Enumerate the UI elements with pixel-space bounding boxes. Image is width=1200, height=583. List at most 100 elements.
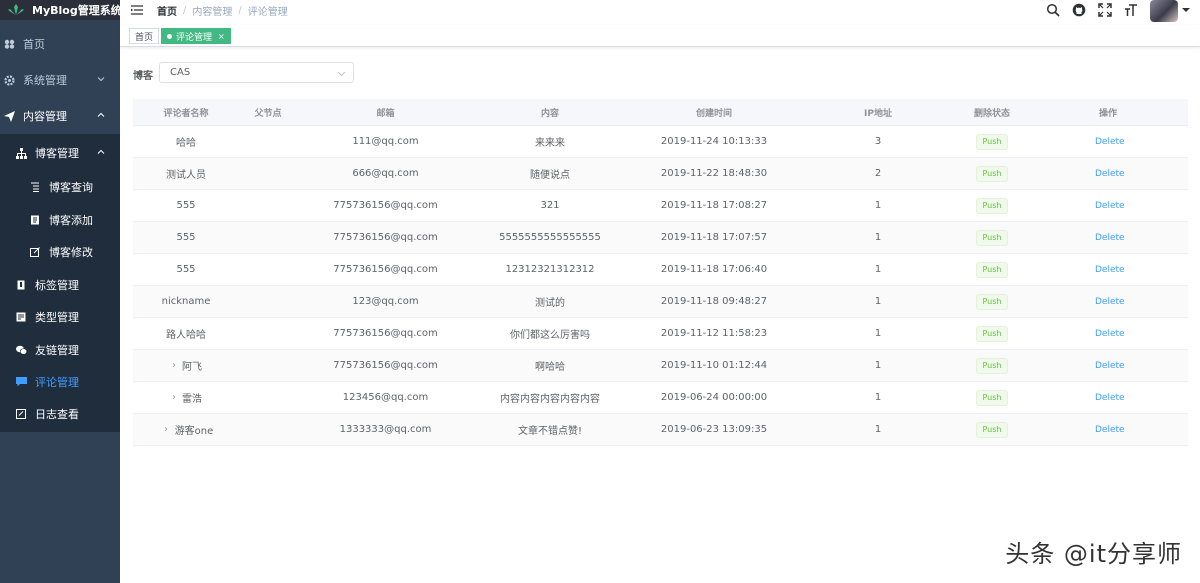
comments-table: 评论者名称 父节点 邮箱 内容 创建时间 IP地址 删除状态 操作 哈哈 111… xyxy=(133,99,1188,446)
cell-ip: 1 xyxy=(874,296,882,307)
push-status-button[interactable]: Push xyxy=(976,133,1008,150)
sidebar-item-types[interactable]: 类型管理 xyxy=(0,301,120,333)
cell-content: 测试的 xyxy=(535,298,565,309)
table-row: nickname 123@qq.com 测试的 2019-11-18 09:48… xyxy=(133,286,1188,318)
search-icon[interactable] xyxy=(1046,3,1060,17)
dashboard-icon xyxy=(3,38,15,50)
cell-name: 哈哈 xyxy=(176,138,196,149)
cell-name: 阿飞 xyxy=(182,362,202,373)
sidebar-item-label: 系统管理 xyxy=(23,74,67,87)
breadcrumb-content: 内容管理 xyxy=(192,6,233,18)
column-header-actions: 操作 xyxy=(1098,108,1117,119)
delete-button[interactable]: Delete xyxy=(1095,361,1125,371)
cell-content: 文章不错点赞! xyxy=(517,426,582,437)
sidebar-item-home[interactable]: 首页 xyxy=(0,28,120,60)
sidebar-item-system[interactable]: 系统管理 xyxy=(0,64,120,96)
cell-email: 666@qq.com xyxy=(352,168,419,179)
app-title: MyBlog管理系统 xyxy=(32,4,120,17)
sidebar-item-label: 评论管理 xyxy=(35,376,79,389)
list-icon xyxy=(29,181,41,193)
caret-down-icon[interactable] xyxy=(1182,6,1190,14)
table-row: › 游客one 1333333@qq.com 文章不错点赞! 2019-06-2… xyxy=(133,414,1188,446)
sidebar-item-blog[interactable]: 博客管理 xyxy=(0,137,120,169)
column-header-time: 创建时间 xyxy=(695,108,732,119)
logo-icon xyxy=(8,4,24,16)
column-header-content: 内容 xyxy=(540,108,559,119)
push-status-button[interactable]: Push xyxy=(976,261,1008,278)
cell-time: 2019-06-24 00:00:00 xyxy=(660,392,768,403)
delete-button[interactable]: Delete xyxy=(1095,393,1125,403)
push-status-button[interactable]: Push xyxy=(976,357,1008,374)
chevron-up-icon xyxy=(97,112,105,117)
sidebar-item-comments[interactable]: 评论管理 xyxy=(0,366,120,398)
breadcrumb-separator: / xyxy=(238,4,242,16)
tag-comments[interactable]: 评论管理 × xyxy=(161,28,231,44)
cell-email: 775736156@qq.com xyxy=(333,360,438,371)
sidebar-item-links[interactable]: 友链管理 xyxy=(0,334,120,366)
table-row: 测试人员 666@qq.com 随便说点 2019-11-22 18:48:30… xyxy=(133,158,1188,190)
column-header-ip: IP地址 xyxy=(864,108,892,119)
delete-button[interactable]: Delete xyxy=(1095,329,1125,339)
github-icon[interactable] xyxy=(1072,3,1086,17)
breadcrumb-home[interactable]: 首页 xyxy=(157,3,177,18)
sidebar-item-content[interactable]: 内容管理 xyxy=(0,100,120,132)
cell-time: 2019-11-10 01:12:44 xyxy=(660,360,768,371)
cell-time: 2019-11-22 18:48:30 xyxy=(660,168,768,179)
watermark-text: 头条 @it分享师 xyxy=(1005,540,1182,568)
chevron-up-icon xyxy=(97,149,105,154)
push-status-button[interactable]: Push xyxy=(976,229,1008,246)
sidebar-item-blog-query[interactable]: 博客查询 xyxy=(0,171,120,203)
push-status-button[interactable]: Push xyxy=(976,293,1008,310)
tags-view: 首页 评论管理 × xyxy=(120,25,1200,47)
delete-button[interactable]: Delete xyxy=(1095,233,1125,243)
close-icon[interactable]: × xyxy=(218,32,225,41)
cell-email: 775736156@qq.com xyxy=(333,264,438,275)
push-status-button[interactable]: Push xyxy=(976,325,1008,342)
push-status-button[interactable]: Push xyxy=(976,197,1008,214)
sidebar-item-label: 博客修改 xyxy=(49,246,93,259)
font-size-icon[interactable] xyxy=(1124,3,1138,17)
hamburger-icon[interactable] xyxy=(131,5,143,15)
delete-button[interactable]: Delete xyxy=(1095,169,1125,179)
cell-ip: 2 xyxy=(874,168,882,179)
sidebar-item-label: 标签管理 xyxy=(35,279,79,292)
cell-email: 123456@qq.com xyxy=(342,392,429,403)
cell-email: 775736156@qq.com xyxy=(333,200,438,211)
sidebar-item-logs[interactable]: 日志查看 xyxy=(0,398,120,430)
table-row: 555 775736156@qq.com 5555555555555555 20… xyxy=(133,222,1188,254)
push-status-button[interactable]: Push xyxy=(976,389,1008,406)
app-logo[interactable]: MyBlog管理系统 xyxy=(0,0,120,20)
cell-content: 321 xyxy=(540,200,560,211)
cell-ip: 3 xyxy=(874,136,882,147)
sidebar-item-blog-edit[interactable]: 博客修改 xyxy=(0,236,120,268)
sidebar-item-tags[interactable]: 标签管理 xyxy=(0,269,120,301)
sidebar-item-label: 博客管理 xyxy=(35,147,79,160)
comment-icon xyxy=(15,376,27,388)
blog-filter-label: 博客 xyxy=(133,71,153,82)
delete-button[interactable]: Delete xyxy=(1095,137,1125,147)
push-status-button[interactable]: Push xyxy=(976,165,1008,182)
push-status-button[interactable]: Push xyxy=(976,421,1008,438)
breadcrumb-separator: / xyxy=(183,4,187,16)
blog-select[interactable]: CAS xyxy=(159,62,354,83)
table-row: › 雷浩 123456@qq.com 内容内容内容内容内容 2019-06-24… xyxy=(133,382,1188,414)
edit-icon xyxy=(29,246,41,258)
tag-label: 评论管理 xyxy=(176,32,213,43)
sidebar-item-blog-add[interactable]: 博客添加 xyxy=(0,204,120,236)
cell-ip: 1 xyxy=(874,424,882,435)
delete-button[interactable]: Delete xyxy=(1095,297,1125,307)
delete-button[interactable]: Delete xyxy=(1095,201,1125,211)
delete-button[interactable]: Delete xyxy=(1095,425,1125,435)
type-icon xyxy=(15,311,27,323)
cell-content: 内容内容内容内容内容 xyxy=(500,394,600,405)
tag-home[interactable]: 首页 xyxy=(129,28,160,44)
column-header-status: 删除状态 xyxy=(973,108,1010,119)
fullscreen-icon[interactable] xyxy=(1098,3,1112,17)
cell-email: 123@qq.com xyxy=(352,296,419,307)
avatar[interactable] xyxy=(1150,0,1178,22)
sidebar-item-label: 博客查询 xyxy=(49,181,93,194)
table-body: 哈哈 111@qq.com 来来来 2019-11-24 10:13:33 3 … xyxy=(133,126,1188,446)
delete-button[interactable]: Delete xyxy=(1095,265,1125,275)
cell-email: 775736156@qq.com xyxy=(333,328,438,339)
navbar-right xyxy=(1034,0,1190,22)
